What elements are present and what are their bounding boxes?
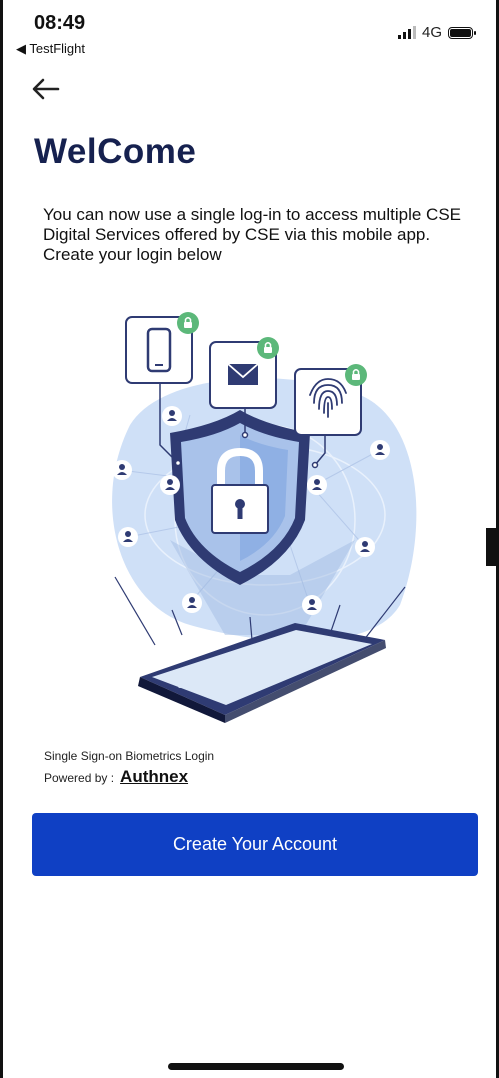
home-indicator[interactable] xyxy=(168,1063,344,1070)
status-time: 08:49 xyxy=(34,12,86,34)
create-account-button[interactable]: Create Your Account xyxy=(32,813,478,876)
side-tab xyxy=(486,528,499,566)
security-illustration xyxy=(112,312,417,723)
battery-icon xyxy=(448,26,476,39)
tablet-device xyxy=(138,623,386,723)
screen-frame-left xyxy=(0,0,3,1078)
powered-by: Powered by : Authnex xyxy=(44,767,188,787)
powered-by-label: Powered by : xyxy=(44,771,115,785)
status-back-to-app[interactable]: ◀ TestFlight xyxy=(16,41,85,57)
intro-text: You can now use a single log-in to acces… xyxy=(43,205,461,264)
phone-icon xyxy=(125,312,199,384)
fingerprint-icon xyxy=(294,364,367,436)
network-type: 4G xyxy=(421,24,442,41)
status-indicators: 4G xyxy=(397,24,476,41)
page-title: WelCome xyxy=(34,132,197,171)
mail-icon xyxy=(209,337,279,409)
brand-link[interactable]: Authnex xyxy=(120,767,188,787)
back-arrow-icon[interactable] xyxy=(30,73,62,105)
signal-icon xyxy=(397,26,416,39)
sso-caption: Single Sign-on Biometrics Login xyxy=(44,749,215,763)
